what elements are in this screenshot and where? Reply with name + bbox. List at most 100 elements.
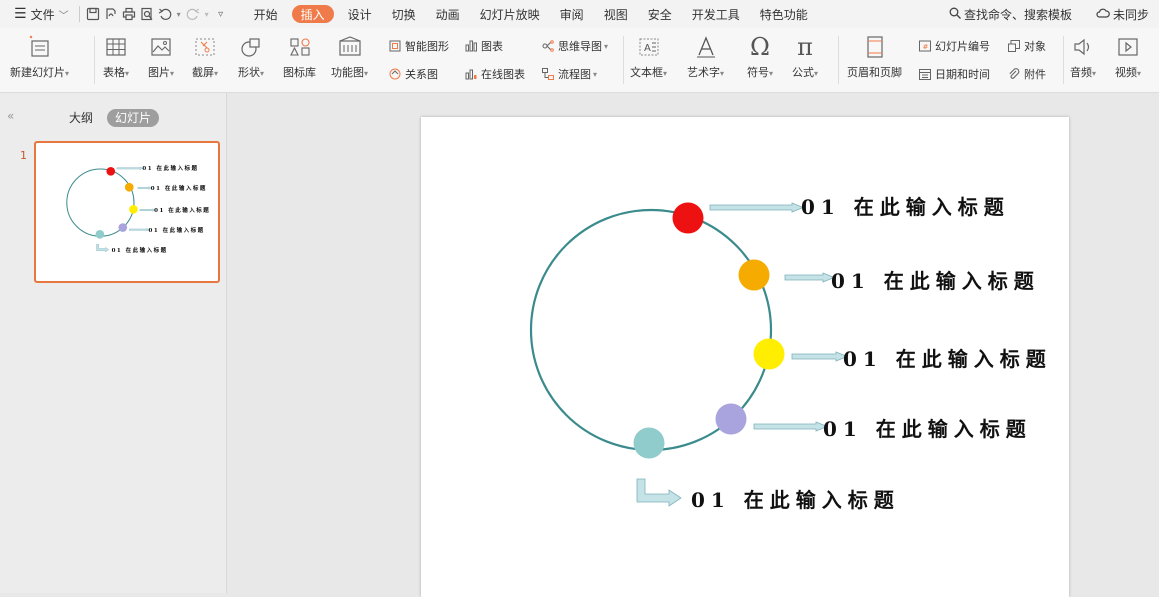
picture-button[interactable]: 图片▾ [148,34,174,80]
formula-button[interactable]: π 公式▾ [792,34,818,80]
tab-review[interactable]: 审阅 [550,0,594,28]
table-label: 表格 [103,66,125,79]
dropdown-arrow-icon: ▾ [125,69,129,78]
undo-dropdown-icon[interactable]: ▾ [174,0,184,28]
table-button[interactable]: 表格▾ [103,34,129,80]
timeline-dot [96,230,105,239]
object-icon [1007,39,1021,53]
textbox-icon: A [637,34,661,60]
divider [79,6,80,22]
audio-label: 音频 [1070,66,1092,79]
tab-slides[interactable]: 幻灯片 [107,109,159,127]
video-icon [1116,34,1140,60]
function-chart-label: 功能图 [331,66,364,79]
formula-label: 公式 [792,66,814,79]
tab-transitions[interactable]: 切换 [382,0,426,28]
print-preview-icon[interactable] [138,0,156,28]
slide-thumbnail[interactable]: 01 在此输入标题 01 在此输入标题 01 在此输入标题 01 在此输入标题 01 在… [34,141,220,283]
dropdown-arrow-icon: ▾ [364,69,368,78]
timeline-dot [673,203,704,234]
attachment-button[interactable]: 附件 [1007,66,1046,82]
timeline-dot [125,183,134,192]
scissors-icon [193,34,217,60]
divider [623,36,624,84]
textbox-label: 文本框 [630,66,663,79]
relation-chart-label: 关系图 [405,66,438,82]
textbox-button[interactable]: A 文本框▾ [630,34,667,80]
wordart-button[interactable]: 艺术字▾ [687,34,724,80]
item-title[interactable]: 01 在此输入标题 [151,184,207,192]
item-title[interactable]: 01 在此输入标题 [142,164,198,172]
tab-outline[interactable]: 大纲 [61,109,101,127]
icon-library-button[interactable]: 图标库 [283,34,316,80]
hamburger-icon: ☰ [14,6,27,22]
dropdown-arrow-icon: ▾ [604,42,608,51]
dropdown-arrow-icon: ▾ [769,69,773,78]
smart-graphic-button[interactable]: 智能图形 [388,38,449,54]
save-icon[interactable] [84,0,102,28]
dropdown-arrow-icon: ▾ [814,69,818,78]
symbol-button[interactable]: Ω 符号▾ [747,34,773,80]
output-pdf-icon[interactable] [102,0,120,28]
slide-canvas[interactable]: 01 在此输入标题 01 在此输入标题 01 在此输入标题 01 在此输入标题 01 在… [421,117,1069,597]
object-button[interactable]: 对象 [1007,38,1046,54]
video-button[interactable]: 视频▾ [1115,34,1141,80]
tab-insert[interactable]: 插入 [292,5,334,23]
customize-toolbar-icon[interactable]: ▿ [212,0,230,28]
tab-security[interactable]: 安全 [638,0,682,28]
print-icon[interactable] [120,0,138,28]
date-time-button[interactable]: 日期和时间 [918,66,990,82]
arrow-shape [710,203,803,212]
item-title[interactable]: 01 在此输入标题 [801,191,1010,220]
picture-icon [149,34,173,60]
item-title[interactable]: 01 在此输入标题 [112,246,168,254]
online-chart-button[interactable]: 在线图表 [464,66,525,82]
header-footer-button[interactable]: 页眉和页脚 [847,34,902,80]
item-title[interactable]: 01 在此输入标题 [843,343,1052,372]
wordart-icon [694,34,718,60]
chart-button[interactable]: 图表 [464,38,503,54]
undo-icon[interactable] [156,0,174,28]
redo-icon[interactable] [184,0,202,28]
new-slide-icon [27,34,53,60]
item-title[interactable]: 01 在此输入标题 [691,484,900,513]
file-menu[interactable]: ☰ 文件 ﹀ [0,0,75,28]
slide-number-button[interactable]: # 幻灯片编号 [918,38,990,54]
tab-design[interactable]: 设计 [338,0,382,28]
tab-home[interactable]: 开始 [244,0,288,28]
screenshot-label: 截屏 [192,66,214,79]
redo-dropdown-icon[interactable]: ▾ [202,0,212,28]
item-title[interactable]: 01 在此输入标题 [831,265,1040,294]
item-title[interactable]: 01 在此输入标题 [149,226,205,234]
svg-text:#: # [923,43,929,51]
function-chart-icon [337,34,363,60]
shape-button[interactable]: 形状▾ [238,34,264,80]
header-footer-icon [864,34,886,60]
video-label: 视频 [1115,66,1137,79]
tab-developer[interactable]: 开发工具 [682,0,750,28]
table-icon [104,34,128,60]
relation-chart-button[interactable]: 关系图 [388,66,438,82]
omega-icon: Ω [750,34,770,60]
audio-button[interactable]: 音频▾ [1070,34,1096,80]
item-title[interactable]: 01 在此输入标题 [154,206,210,214]
arrow-shape [140,209,155,212]
timeline-dot [106,167,115,176]
shape-label: 形状 [238,66,260,79]
sync-status[interactable]: 未同步 [1078,0,1159,28]
item-title[interactable]: 01 在此输入标题 [823,413,1032,442]
tab-animations[interactable]: 动画 [426,0,470,28]
slide-number-label: 幻灯片编号 [935,38,990,54]
new-slide-button[interactable]: 新建幻灯片▾ [10,34,69,80]
mind-map-button[interactable]: 思维导图▾ [541,38,608,54]
bent-arrow-shape [96,244,108,252]
tab-view[interactable]: 视图 [594,0,638,28]
collapse-panel-icon[interactable]: « [7,109,14,123]
command-search[interactable]: 查找命令、搜索模板 [943,0,1078,28]
speaker-icon [1071,34,1095,60]
screenshot-button[interactable]: 截屏▾ [192,34,218,80]
tab-slideshow[interactable]: 幻灯片放映 [470,0,550,28]
flowchart-button[interactable]: 流程图▾ [541,66,597,82]
function-chart-button[interactable]: 功能图▾ [331,34,368,80]
tab-special[interactable]: 特色功能 [750,0,818,28]
